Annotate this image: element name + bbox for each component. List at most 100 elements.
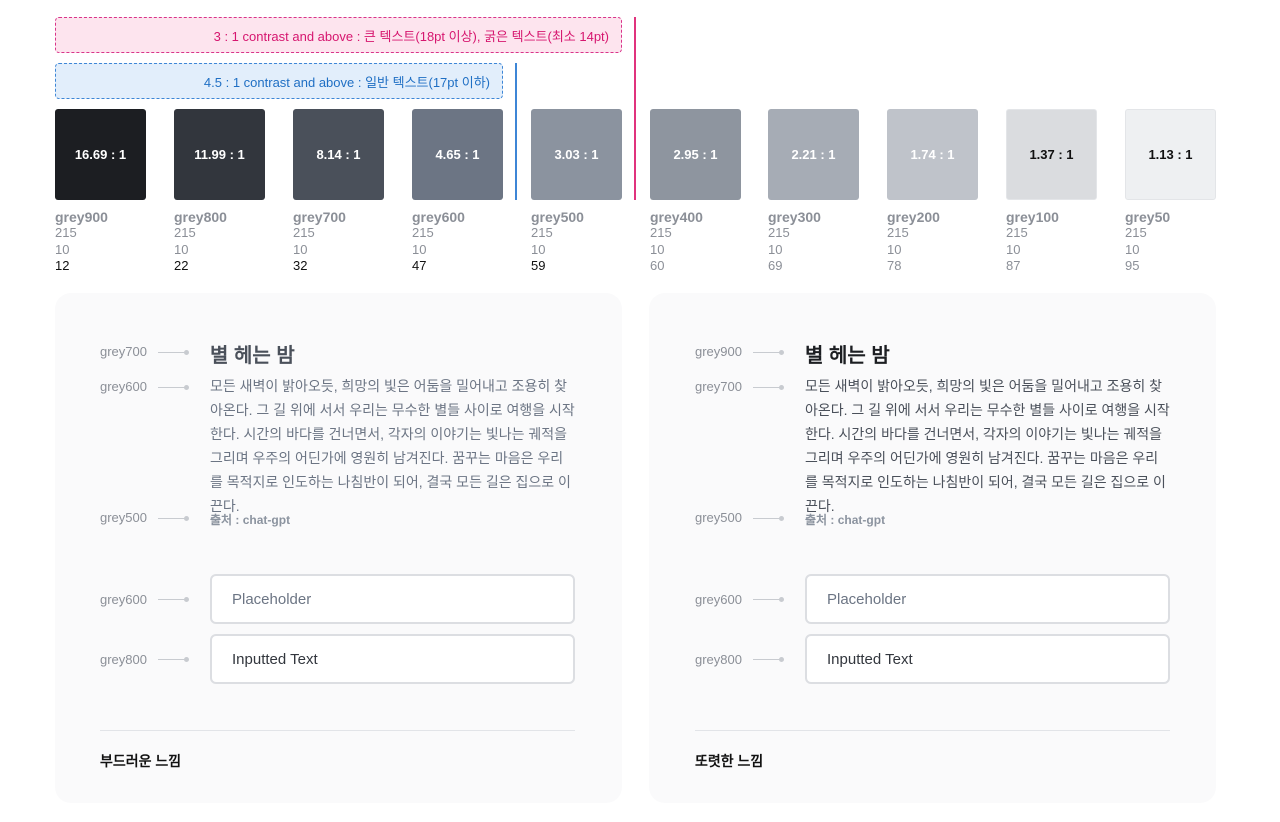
swatch-meta-grey400: grey400 215 10 60 [650, 209, 703, 274]
hue-value: 215 [1125, 225, 1147, 241]
swatch-meta-grey600: grey600 215 10 47 [412, 209, 465, 274]
swatch-meta-grey700: grey700 215 10 32 [293, 209, 346, 274]
swatch-name: grey200 [887, 209, 940, 225]
normal-text-contrast-label: 4.5 : 1 contrast and above : 일반 텍스트(17pt… [203, 74, 490, 90]
swatch-grey200: 1.74 : 1 [887, 109, 978, 200]
title-color-label: grey900 [695, 344, 742, 359]
swatch-name: grey300 [768, 209, 821, 225]
poem-body: 모든 새벽이 밝아오듯, 희망의 빛은 어둠을 밀어내고 조용히 찾아온다. 그… [210, 378, 575, 514]
placeholder-text: Placeholder [827, 590, 907, 608]
swatch-grey100: 1.37 : 1 [1006, 109, 1097, 200]
swatch-grey900: 16.69 : 1 [55, 109, 146, 200]
input-color-label: grey800 [100, 652, 147, 667]
title-connector [753, 350, 784, 355]
inputted-text: Inputted Text [232, 650, 318, 668]
poem-source: 출처 : chat-gpt [210, 513, 291, 527]
swatch-grey600: 4.65 : 1 [412, 109, 503, 200]
source-color-label: grey500 [695, 510, 742, 525]
swatch-meta-grey50: grey50 215 10 95 [1125, 209, 1170, 274]
swatch-name: grey900 [55, 209, 108, 225]
hue-value: 215 [531, 225, 553, 241]
swatch-grey500: 3.03 : 1 [531, 109, 622, 200]
placeholder-color-label: grey600 [100, 592, 147, 607]
soft-style-card [55, 293, 622, 803]
card-divider [100, 730, 575, 731]
card-caption: 부드러운 느낌 [100, 753, 182, 769]
large-text-contrast-banner: 3 : 1 contrast and above : 큰 텍스트(18pt 이상… [55, 17, 622, 53]
hue-value: 215 [293, 225, 315, 241]
swatch-meta-grey800: grey800 215 10 22 [174, 209, 227, 274]
normal-text-threshold-line [515, 63, 517, 200]
contrast-ratio: 3.03 : 1 [554, 147, 599, 162]
contrast-ratio: 4.65 : 1 [435, 147, 480, 162]
input-connector [753, 657, 784, 662]
lightness-value: 47 [412, 257, 427, 273]
hue-value: 215 [1006, 225, 1028, 241]
contrast-ratio: 1.37 : 1 [1029, 147, 1074, 162]
placeholder-connector [158, 597, 189, 602]
filled-input[interactable]: Inputted Text [210, 634, 575, 684]
contrast-ratio: 1.13 : 1 [1148, 147, 1193, 162]
swatch-meta-grey500: grey500 215 10 59 [531, 209, 584, 274]
hue-value: 215 [412, 225, 434, 241]
lightness-value: 78 [887, 257, 902, 273]
placeholder-input[interactable]: Placeholder [805, 574, 1170, 624]
swatch-name: grey600 [412, 209, 465, 225]
card-divider [695, 730, 1170, 731]
large-text-contrast-label: 3 : 1 contrast and above : 큰 텍스트(18pt 이상… [213, 28, 609, 44]
saturation-value: 10 [174, 241, 189, 257]
input-connector [158, 657, 189, 662]
input-color-label: grey800 [695, 652, 742, 667]
placeholder-input[interactable]: Placeholder [210, 574, 575, 624]
inputted-text: Inputted Text [827, 650, 913, 668]
swatch-grey700: 8.14 : 1 [293, 109, 384, 200]
swatch-grey50: 1.13 : 1 [1125, 109, 1216, 200]
swatch-meta-grey300: grey300 215 10 69 [768, 209, 821, 274]
placeholder-connector [753, 597, 784, 602]
contrast-ratio: 8.14 : 1 [316, 147, 361, 162]
saturation-value: 10 [650, 241, 665, 257]
saturation-value: 10 [412, 241, 427, 257]
source-connector [158, 516, 189, 521]
swatch-name: grey500 [531, 209, 584, 225]
saturation-value: 10 [293, 241, 308, 257]
lightness-value: 69 [768, 257, 783, 273]
hue-value: 215 [768, 225, 790, 241]
lightness-value: 95 [1125, 257, 1140, 273]
lightness-value: 22 [174, 257, 189, 273]
lightness-value: 60 [650, 257, 665, 273]
body-connector [753, 385, 784, 390]
saturation-value: 10 [1125, 241, 1140, 257]
swatch-grey400: 2.95 : 1 [650, 109, 741, 200]
swatch-grey800: 11.99 : 1 [174, 109, 265, 200]
contrast-ratio: 2.21 : 1 [791, 147, 836, 162]
hue-value: 215 [174, 225, 196, 241]
lightness-value: 59 [531, 257, 546, 273]
poem-body: 모든 새벽이 밝아오듯, 희망의 빛은 어둠을 밀어내고 조용히 찾아온다. 그… [805, 378, 1170, 514]
placeholder-text: Placeholder [232, 590, 312, 608]
swatch-grey300: 2.21 : 1 [768, 109, 859, 200]
swatch-name: grey700 [293, 209, 346, 225]
swatch-meta-grey100: grey100 215 10 87 [1006, 209, 1059, 274]
swatch-meta-grey900: grey900 215 10 12 [55, 209, 108, 274]
body-connector [158, 385, 189, 390]
swatch-name: grey50 [1125, 209, 1171, 225]
contrast-ratio: 11.99 : 1 [194, 147, 245, 162]
body-color-label: grey700 [695, 379, 742, 394]
title-connector [158, 350, 189, 355]
swatch-meta-grey200: grey200 215 10 78 [887, 209, 940, 274]
lightness-value: 12 [55, 257, 70, 273]
poem-source: 출처 : chat-gpt [805, 513, 886, 527]
swatch-name: grey400 [650, 209, 703, 225]
large-text-threshold-line [634, 17, 636, 200]
saturation-value: 10 [887, 241, 902, 257]
filled-input[interactable]: Inputted Text [805, 634, 1170, 684]
lightness-value: 87 [1006, 257, 1021, 273]
hue-value: 215 [55, 225, 77, 241]
contrast-ratio: 16.69 : 1 [74, 147, 127, 162]
crisp-style-card [649, 293, 1216, 803]
hue-value: 215 [887, 225, 909, 241]
body-color-label: grey600 [100, 379, 147, 394]
saturation-value: 10 [55, 241, 70, 257]
saturation-value: 10 [768, 241, 783, 257]
